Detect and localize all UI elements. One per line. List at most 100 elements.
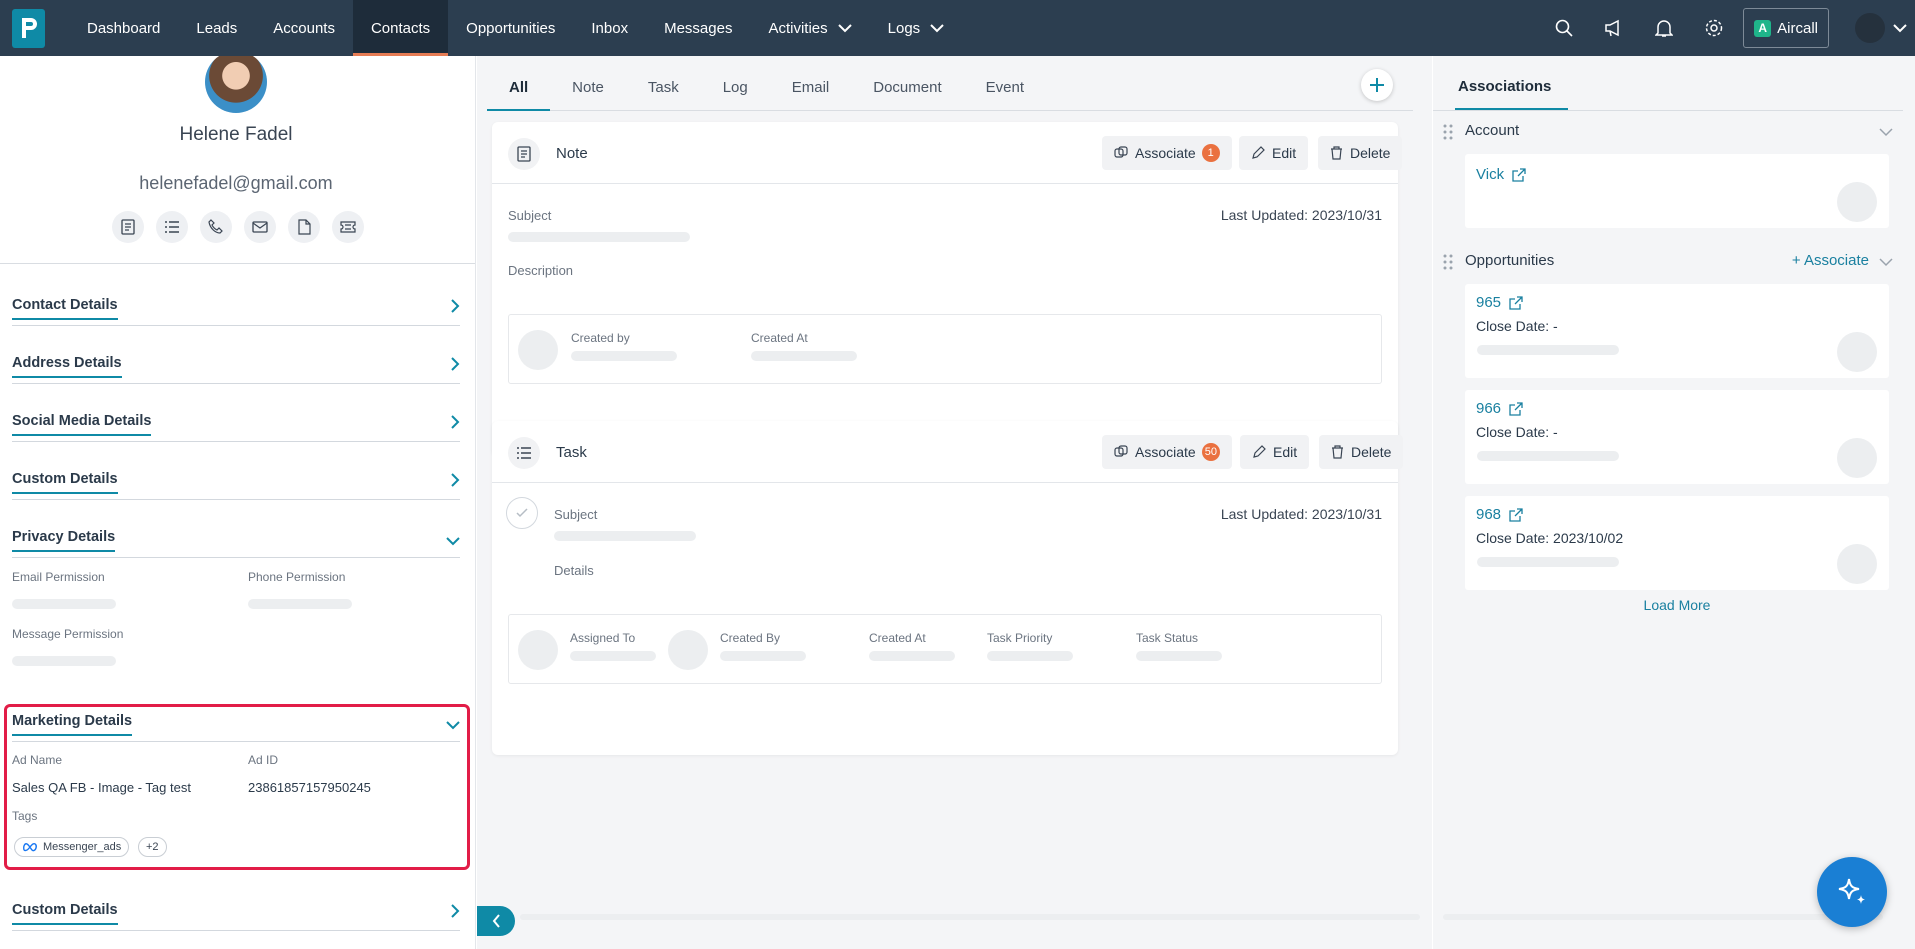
app-logo[interactable] [12, 8, 45, 48]
task-status-label: Task Status [1136, 631, 1199, 645]
edit-label: Edit [1272, 145, 1297, 161]
section-custom-details-2[interactable]: Custom Details [12, 901, 460, 931]
task-list-icon[interactable] [156, 211, 188, 243]
tab-document[interactable]: Document [851, 79, 963, 110]
close-date: Close Date: - [1476, 424, 1558, 440]
divider [0, 263, 475, 264]
edit-button[interactable]: Edit [1239, 136, 1309, 170]
nav-logs[interactable]: Logs [870, 0, 963, 56]
load-more-link[interactable]: Load More [1465, 597, 1889, 613]
account-header-label: Account [1465, 122, 1520, 139]
nav-contacts[interactable]: Contacts [352, 0, 449, 56]
opportunity-link[interactable]: 966 [1476, 400, 1523, 417]
opportunity-link[interactable]: 965 [1476, 294, 1523, 311]
created-at-label: Created At [751, 331, 808, 345]
nav-inbox[interactable]: Inbox [573, 0, 646, 56]
task-complete-checkbox[interactable] [506, 497, 538, 529]
chevron-down-icon [1879, 128, 1893, 137]
nav-accounts[interactable]: Accounts [255, 0, 353, 56]
drag-handle-icon[interactable] [1443, 124, 1453, 140]
task-card-header: Task Associate 50 Edit Delete [492, 421, 1404, 483]
note-icon [508, 138, 540, 170]
add-activity-button[interactable] [1361, 69, 1393, 101]
document-icon[interactable] [288, 211, 320, 243]
check-icon [516, 508, 528, 518]
avatar [1837, 438, 1877, 478]
email-icon[interactable] [244, 211, 276, 243]
skeleton [1477, 557, 1619, 567]
associate-button[interactable]: Associate 50 [1102, 435, 1232, 469]
section-address-details[interactable]: Address Details [12, 354, 460, 384]
section-privacy-details[interactable]: Privacy Details [12, 528, 460, 558]
collapse-sidebar-button[interactable] [477, 906, 515, 936]
account-name: Vick [1476, 166, 1505, 183]
search-icon[interactable] [1539, 0, 1589, 56]
marketing-highlight-box [4, 704, 470, 870]
opportunity-link[interactable]: 968 [1476, 506, 1523, 523]
skeleton [1136, 651, 1222, 661]
gear-icon[interactable] [1689, 0, 1739, 56]
tab-email[interactable]: Email [770, 79, 852, 110]
task-list-icon [508, 437, 540, 469]
section-contact-details[interactable]: Contact Details [12, 296, 460, 326]
section-title: Custom Details [12, 471, 118, 494]
ai-assistant-button[interactable] [1817, 857, 1887, 927]
task-priority-label: Task Priority [987, 631, 1053, 645]
nav-leads[interactable]: Leads [178, 0, 255, 56]
chevron-right-icon [451, 299, 460, 313]
megaphone-icon[interactable] [1589, 0, 1639, 56]
nav-activities[interactable]: Activities [750, 0, 869, 56]
opportunity-id: 965 [1476, 294, 1502, 311]
delete-button[interactable]: Delete [1318, 136, 1403, 170]
phone-icon[interactable] [200, 211, 232, 243]
tab-note[interactable]: Note [550, 79, 626, 110]
delete-button[interactable]: Delete [1319, 435, 1404, 469]
opportunity-card: 965 Close Date: - [1465, 284, 1889, 378]
close-date-value: - [1553, 318, 1558, 334]
note-card-header: Note Associate 1 Edit Delete [492, 122, 1403, 184]
nav-messages[interactable]: Messages [646, 0, 750, 56]
section-title: Contact Details [12, 297, 118, 320]
nav-opportunities[interactable]: Opportunities [448, 0, 573, 56]
note-icon[interactable] [112, 211, 144, 243]
aircall-button[interactable]: A Aircall [1743, 8, 1829, 48]
details-label: Details [554, 563, 594, 578]
chevron-down-icon[interactable] [1893, 23, 1907, 33]
nav-dashboard[interactable]: Dashboard [69, 0, 178, 56]
section-title: Privacy Details [12, 529, 116, 552]
section-custom-details[interactable]: Custom Details [12, 470, 460, 500]
horizontal-scrollbar[interactable] [1443, 914, 1883, 920]
trash-icon [1331, 146, 1342, 160]
skeleton [1477, 451, 1619, 461]
chevron-right-icon [451, 357, 460, 371]
email-permission-label: Email Permission [12, 570, 105, 584]
task-title: Task [556, 444, 587, 461]
account-link[interactable]: Vick [1476, 166, 1526, 183]
horizontal-scrollbar[interactable] [520, 914, 1420, 920]
drag-handle-icon[interactable] [1443, 254, 1453, 270]
tab-associations[interactable]: Associations [1458, 78, 1551, 95]
tab-log[interactable]: Log [701, 79, 770, 110]
top-navigation: Dashboard Leads Accounts Contacts Opport… [0, 0, 1915, 56]
edit-label: Edit [1273, 444, 1298, 460]
edit-button[interactable]: Edit [1240, 435, 1310, 469]
created-at-label: Created At [869, 631, 926, 645]
nav-logs-label: Logs [887, 19, 921, 37]
skeleton [12, 599, 116, 609]
section-social-media-details[interactable]: Social Media Details [12, 412, 460, 442]
ticket-icon[interactable] [332, 211, 364, 243]
bell-icon[interactable] [1639, 0, 1689, 56]
associate-opportunity-link[interactable]: + Associate [1792, 252, 1869, 269]
tab-task[interactable]: Task [626, 79, 701, 110]
tab-event[interactable]: Event [964, 79, 1046, 110]
associate-button[interactable]: Associate 1 [1102, 136, 1232, 170]
timeline-tabs: All Note Task Log Email Document Event [487, 56, 1413, 111]
close-date-label: Close Date: [1476, 530, 1550, 546]
avatar [205, 56, 267, 113]
chevron-down-icon [930, 23, 944, 32]
delete-label: Delete [1351, 444, 1392, 460]
skeleton [869, 651, 955, 661]
user-avatar[interactable] [1855, 13, 1885, 43]
skeleton [508, 232, 690, 242]
tab-all[interactable]: All [487, 79, 551, 111]
